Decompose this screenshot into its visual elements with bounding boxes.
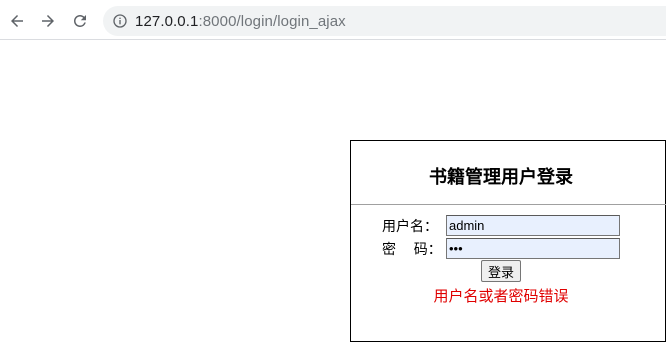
url-path: :8000/login/login_ajax — [198, 12, 346, 30]
url-text[interactable]: 127.0.0.1:8000/login/login_ajax — [135, 13, 346, 30]
password-label: 密 码： — [382, 242, 442, 258]
info-icon[interactable] — [112, 13, 128, 29]
login-title: 书籍管理用户登录 — [429, 167, 573, 188]
reload-icon — [74, 14, 86, 27]
error-message: 用户名或者密码错误 — [433, 287, 569, 305]
address-bar[interactable]: 127.0.0.1:8000/login/login_ajax — [103, 6, 666, 36]
reload-button[interactable] — [69, 10, 91, 32]
forward-arrow-icon — [42, 15, 54, 27]
browser-toolbar: 127.0.0.1:8000/login/login_ajax — [0, 0, 666, 40]
title-divider — [351, 204, 666, 205]
back-button[interactable] — [6, 10, 28, 32]
back-arrow-icon — [11, 15, 23, 27]
username-input[interactable] — [446, 215, 620, 236]
forward-button[interactable] — [37, 10, 59, 32]
login-panel: 书籍管理用户登录 用户名： 密 码： 登录 用户名或者密码错误 — [350, 140, 666, 342]
url-host: 127.0.0.1 — [135, 12, 199, 30]
login-button[interactable]: 登录 — [481, 260, 522, 282]
username-label: 用户名： — [382, 219, 438, 235]
password-input[interactable] — [446, 238, 620, 259]
